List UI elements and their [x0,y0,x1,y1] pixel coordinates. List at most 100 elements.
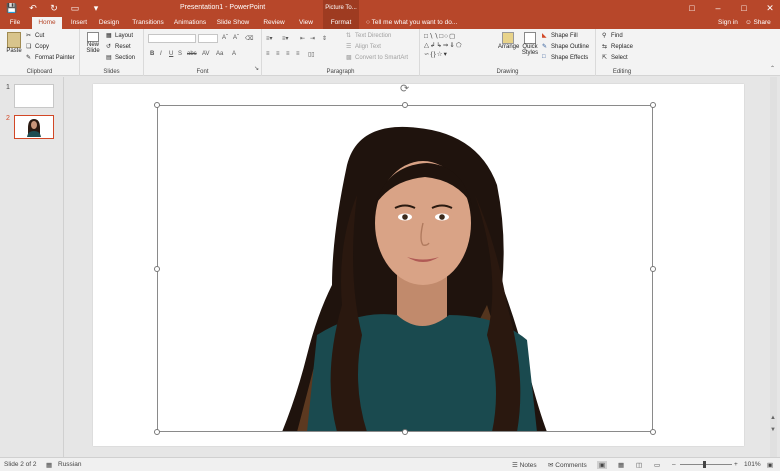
paste-button[interactable]: Paste [4,32,24,54]
undo-icon[interactable]: ↶ [27,2,39,14]
font-name-input[interactable] [148,34,196,43]
zoom-slider[interactable] [680,464,732,465]
select-button[interactable]: ⇱ Select [602,54,628,61]
resize-handle-left[interactable] [154,266,160,272]
comments-button[interactable]: ✉ Comments [548,461,587,469]
slide-sorter-icon[interactable]: ▦ [618,461,624,469]
numbering-icon[interactable]: ≡▾ [282,35,289,42]
bullets-icon[interactable]: ≡▾ [266,35,273,42]
prev-slide-icon[interactable]: ▲ [770,415,777,422]
tab-insert[interactable]: Insert [64,17,94,29]
tab-transitions[interactable]: Transitions [128,17,168,29]
ribbon-display-icon[interactable]: □ [686,2,698,14]
font-color-icon[interactable]: A [232,51,236,57]
normal-view-icon[interactable]: ▣ [597,461,608,469]
resize-handle-top-left[interactable] [154,102,160,108]
align-text-button[interactable]: ☰ Align Text [346,43,381,50]
cut-button[interactable]: ✂ Cut [26,32,44,39]
slide-thumbnail-1[interactable] [14,84,54,108]
next-slide-icon[interactable]: ▼ [770,427,777,434]
char-spacing-icon[interactable]: AV [202,51,210,57]
close-button[interactable]: ✕ [764,2,776,14]
resize-handle-top-right[interactable] [650,102,656,108]
convert-smartart-button[interactable]: ▩ Convert to SmartArt [346,54,408,61]
share-button[interactable]: ☺ Share [745,17,771,29]
shapes-gallery[interactable]: □∖∖□○▢ △↲↳⇒⇓⬠ ∽{}☆▾ [424,32,494,62]
find-button[interactable]: ⚲ Find [602,32,623,39]
maximize-button[interactable]: □ [738,2,750,14]
arrange-button[interactable]: Arrange [498,32,519,50]
columns-icon[interactable]: ▯▯ [308,51,315,58]
tab-file[interactable]: File [0,17,30,29]
drawing-group: □∖∖□○▢ △↲↳⇒⇓⬠ ∽{}☆▾ Arrange Quick Styles… [420,29,596,76]
section-button[interactable]: ▤ Section [106,54,135,61]
bold-icon[interactable]: B [150,51,154,57]
resize-handle-bottom[interactable] [402,429,408,435]
editor-scrollbar[interactable]: ▲ ▼ [770,77,777,457]
font-size-input[interactable] [198,34,218,43]
resize-handle-right[interactable] [650,266,656,272]
tab-home[interactable]: Home [32,17,62,29]
align-center-icon[interactable]: ≡ [276,51,280,57]
format-painter-button[interactable]: ✎ Format Painter [26,54,75,61]
text-direction-button[interactable]: ⇅ Text Direction [346,32,391,39]
shape-effects-button[interactable]: □ Shape Effects [542,54,588,61]
slideshow-view-icon[interactable]: ▭ [654,461,660,469]
shape-outline-button[interactable]: ✎ Shape Outline [542,43,589,50]
strikethrough-icon[interactable]: abc [187,51,197,57]
increase-indent-icon[interactable]: ⇥ [310,35,315,42]
language-indicator[interactable]: Russian [58,461,81,468]
grow-font-icon[interactable]: Aˆ [222,35,228,41]
decrease-indent-icon[interactable]: ⇤ [300,35,305,42]
shape-pentagon-icon[interactable]: ⬠ [456,42,463,49]
fit-to-window-icon[interactable]: ▣ [767,461,773,469]
italic-icon[interactable]: I [160,51,162,57]
sign-in-link[interactable]: Sign in [718,17,738,29]
underline-icon[interactable]: U [169,51,173,57]
notes-button[interactable]: ☰ Notes [512,461,537,469]
thumbnail-scrollbar[interactable] [56,77,63,457]
resize-handle-bottom-right[interactable] [650,429,656,435]
present-icon[interactable]: ▭ [69,2,81,14]
layout-button[interactable]: ▦ Layout [106,32,133,39]
spelling-icon[interactable]: ▦ [46,461,52,469]
shrink-font-icon[interactable]: Aˇ [233,35,239,41]
tab-format[interactable]: Format [323,17,359,29]
save-icon[interactable]: 💾 [6,2,18,14]
copy-button[interactable]: ❏ Copy [26,43,49,50]
shadow-icon[interactable]: S [178,51,182,57]
replace-button[interactable]: ⇆ Replace [602,43,633,50]
shapes-more-icon[interactable]: ▾ [444,51,448,58]
collapse-ribbon-icon[interactable]: ⌃ [770,65,775,72]
zoom-out-icon[interactable]: – [672,461,676,468]
shape-star-icon[interactable]: ☆ [437,51,444,58]
new-slide-button[interactable]: New Slide [84,32,102,54]
tab-review[interactable]: Review [259,17,289,29]
zoom-level[interactable]: 101% [744,461,761,468]
zoom-in-icon[interactable]: + [734,461,738,468]
reset-button[interactable]: ↺ Reset [106,43,131,50]
resize-handle-bottom-left[interactable] [154,429,160,435]
redo-icon[interactable]: ↻ [48,2,60,14]
customize-qat-icon[interactable]: ▾ [90,2,102,14]
zoom-slider-thumb[interactable] [703,461,706,468]
reading-view-icon[interactable]: ◫ [636,461,642,469]
tab-design[interactable]: Design [94,17,124,29]
tell-me-box[interactable]: ○ Tell me what you want to do... [366,17,457,29]
rotate-handle-icon[interactable]: ⟳ [400,84,409,95]
resize-handle-top[interactable] [402,102,408,108]
clear-formatting-icon[interactable]: ⌫ [245,35,253,42]
justify-icon[interactable]: ≡ [296,51,300,57]
slide-thumbnail-2[interactable] [14,115,54,139]
change-case-icon[interactable]: Aa [216,51,223,57]
shape-rounded-icon[interactable]: ▢ [449,33,456,40]
align-left-icon[interactable]: ≡ [266,51,270,57]
tab-view[interactable]: View [293,17,319,29]
line-spacing-icon[interactable]: ⇕ [322,35,327,42]
minimize-button[interactable]: – [712,2,724,14]
tab-animations[interactable]: Animations [170,17,210,29]
tab-slide-show[interactable]: Slide Show [213,17,253,29]
align-right-icon[interactable]: ≡ [286,51,290,57]
quick-styles-button[interactable]: Quick Styles [520,32,540,56]
shape-fill-button[interactable]: ◣ Shape Fill [542,32,578,39]
